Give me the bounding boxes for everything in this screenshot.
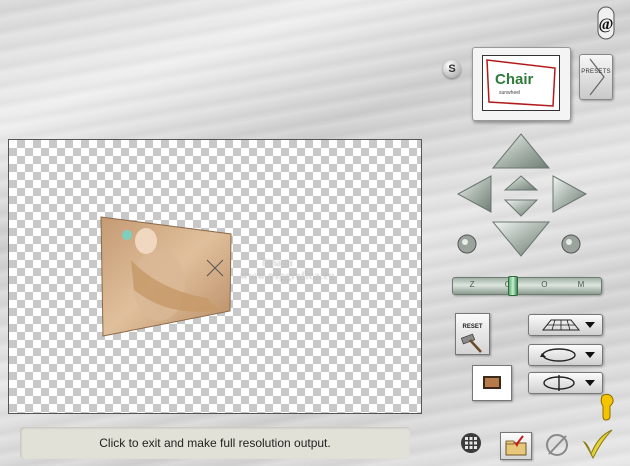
arrow-up-button[interactable] [491, 133, 551, 169]
presets-label: PRESETS [581, 69, 611, 75]
perspective-grid-icon [541, 319, 595, 331]
hammer-icon [460, 333, 482, 353]
reset-button[interactable]: RESET [455, 313, 490, 355]
flip-axis-icon [543, 375, 595, 391]
status-bar: Click to exit and make full resolution o… [20, 427, 410, 459]
thumbnail-text-sub: sunwheel [499, 90, 520, 96]
grid-icon[interactable] [460, 432, 482, 454]
zoom-knob[interactable] [508, 276, 518, 296]
preview-canvas[interactable] [8, 139, 422, 414]
arrow-left-button[interactable] [456, 175, 492, 213]
no-entry-icon[interactable] [544, 432, 570, 458]
watermark-name: Rinazia [262, 258, 293, 269]
zoom-label: Z O O M [469, 280, 599, 289]
thumbnail-text-main: Chair [495, 71, 534, 88]
svg-text:@: @ [599, 16, 614, 33]
arrow-right-button[interactable] [552, 175, 588, 213]
s-button-label: S [448, 63, 456, 75]
output-thumbnail[interactable] [472, 365, 512, 401]
scale-up-button[interactable] [503, 175, 539, 191]
arrow-pad [455, 130, 590, 260]
s-button[interactable]: S [443, 60, 461, 78]
rotate-mode-dropdown[interactable] [528, 344, 603, 366]
checkmark-icon[interactable] [580, 426, 616, 460]
arrow-down-button[interactable] [491, 221, 551, 257]
folder-save-icon [505, 435, 527, 456]
zoom-slider[interactable]: Z O O M [452, 276, 602, 296]
rotate-circle-icon [540, 348, 595, 362]
presets-arrow-icon [589, 58, 605, 96]
flip-mode-dropdown[interactable] [528, 372, 603, 394]
status-message: Click to exit and make full resolution o… [99, 436, 331, 450]
thumbnail-canvas: Chair sunwheel [482, 55, 560, 111]
perspective-mode-dropdown[interactable] [528, 314, 603, 336]
presets-button[interactable]: PRESETS [579, 54, 613, 100]
watermark-site: www.pspgrafica.eu [240, 270, 336, 282]
scale-down-button[interactable] [503, 199, 539, 217]
help-hand-icon[interactable] [598, 392, 618, 422]
preset-thumbnail[interactable]: Chair sunwheel [472, 47, 571, 121]
folder-save-button[interactable] [500, 432, 532, 460]
output-thumbnail-image [483, 376, 501, 389]
ampersand-icon[interactable]: @ [597, 6, 615, 40]
